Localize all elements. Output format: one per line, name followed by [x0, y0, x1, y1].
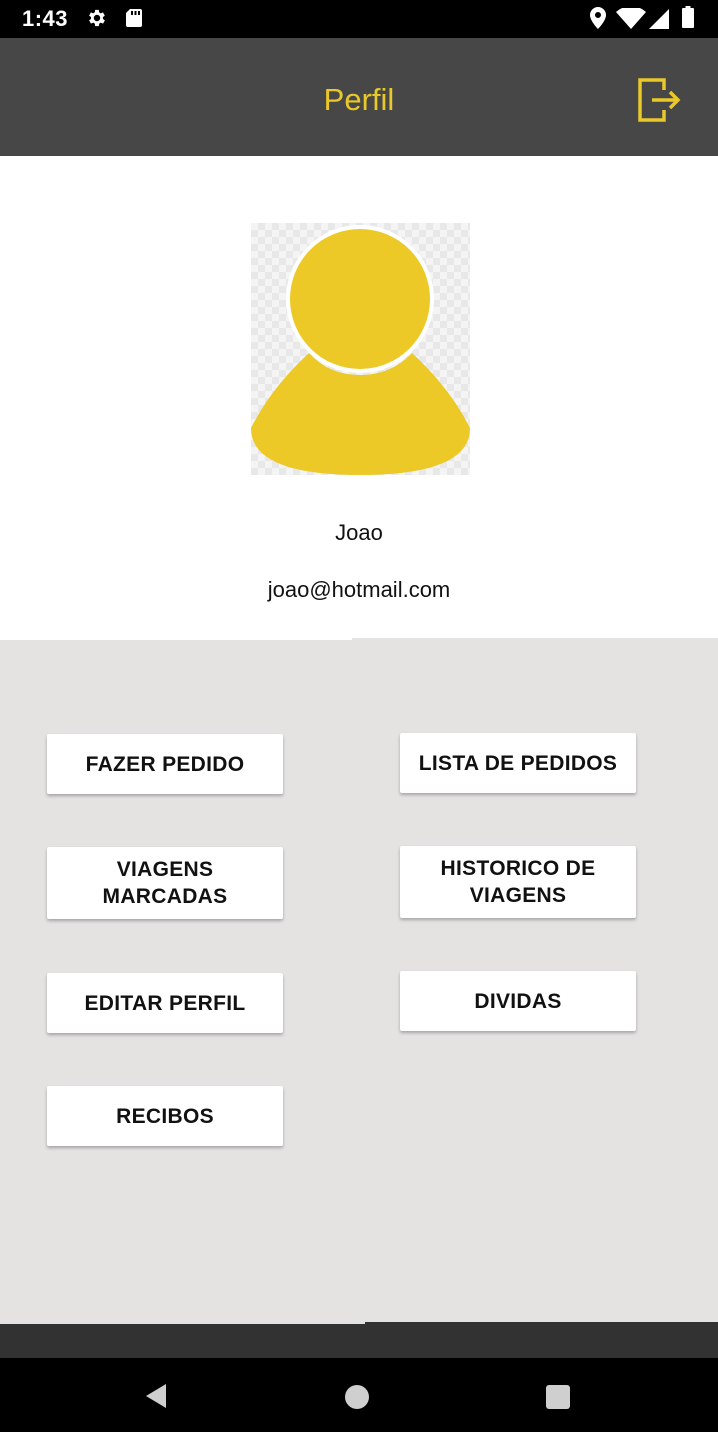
avatar: [251, 223, 470, 475]
back-icon[interactable]: [142, 1382, 170, 1410]
fazer-pedido-button[interactable]: FAZER PEDIDO: [47, 734, 283, 794]
home-icon[interactable]: [344, 1384, 370, 1410]
menu-panel: FAZER PEDIDO LISTA DE PEDIDOS VIAGENS MA…: [0, 638, 718, 1324]
user-name: Joao: [335, 520, 383, 545]
recents-icon[interactable]: [545, 1384, 571, 1410]
historico-de-viagens-button[interactable]: HISTORICO DE VIAGENS: [400, 846, 636, 918]
navigation-bar: [0, 1358, 718, 1432]
viagens-marcadas-button[interactable]: VIAGENS MARCADAS: [47, 847, 283, 919]
profile-section: Joao joao@hotmail.com: [0, 156, 718, 640]
menu-panel-edge: [352, 638, 718, 640]
app-bar: Perfil: [0, 38, 718, 156]
bottom-strip-edge: [365, 1322, 718, 1324]
dividas-button[interactable]: DIVIDAS: [400, 971, 636, 1031]
signal-icon: [649, 9, 669, 29]
editar-perfil-button[interactable]: EDITAR PERFIL: [47, 973, 283, 1033]
lista-de-pedidos-button[interactable]: LISTA DE PEDIDOS: [400, 733, 636, 793]
wifi-icon: [616, 8, 646, 29]
status-bar: 1:43: [0, 0, 718, 38]
page-title: Perfil: [323, 82, 395, 117]
sd-card-icon: [126, 9, 142, 27]
gear-icon: [89, 9, 105, 27]
user-email: joao@hotmail.com: [267, 577, 451, 602]
bottom-strip: [0, 1322, 718, 1358]
logout-icon[interactable]: [634, 76, 684, 124]
location-icon: [590, 7, 606, 29]
status-time: 1:43: [22, 6, 69, 31]
battery-icon: [682, 6, 694, 28]
recibos-button[interactable]: RECIBOS: [47, 1086, 283, 1146]
person-icon: [251, 225, 470, 475]
